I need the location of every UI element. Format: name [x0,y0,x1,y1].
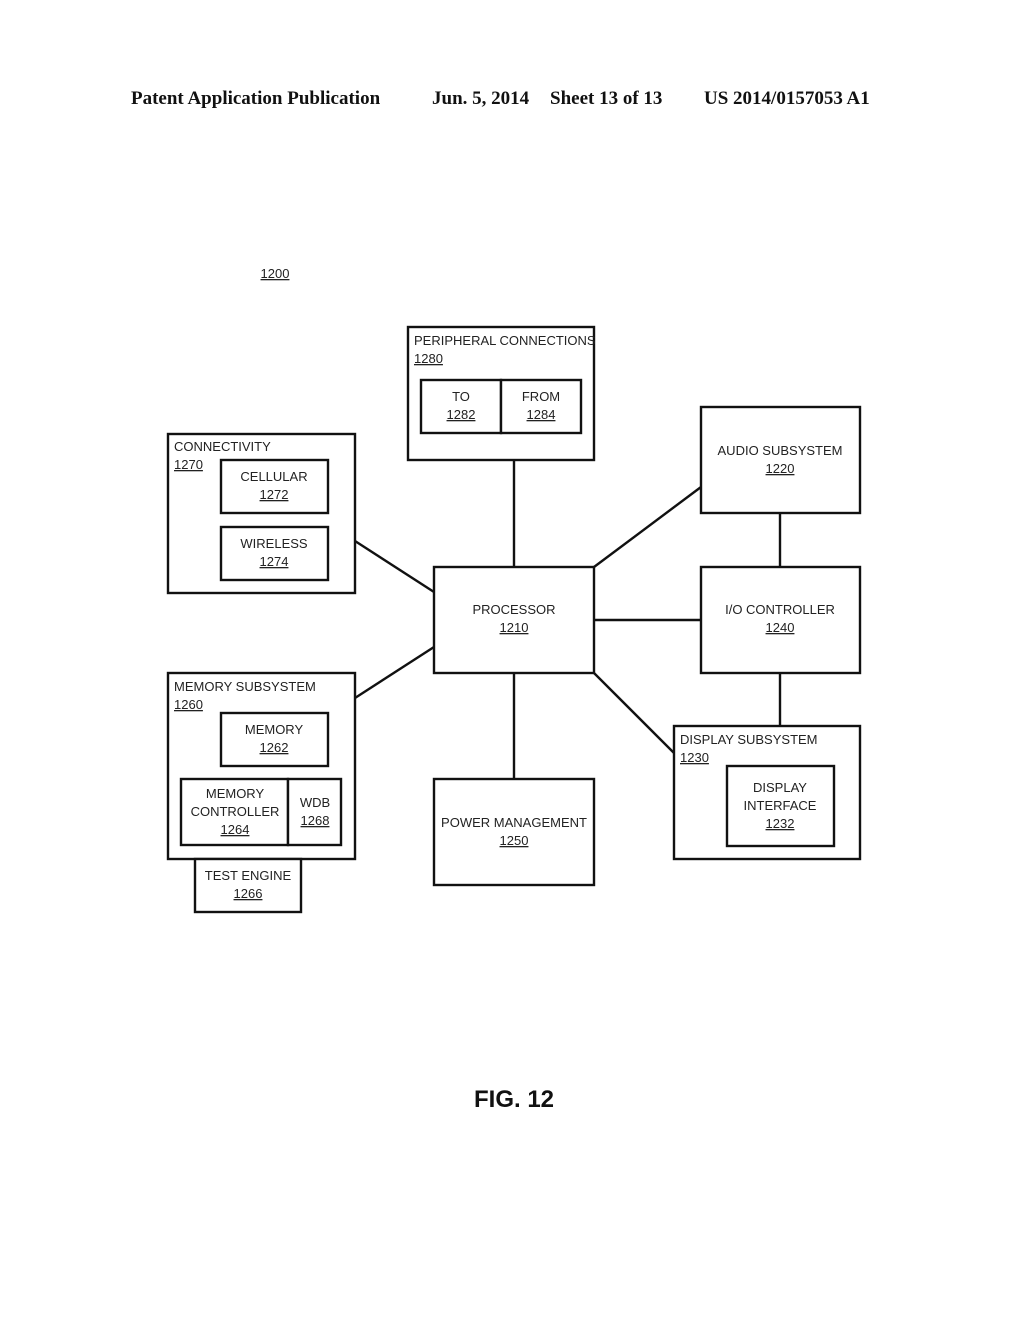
memory-block: MEMORY 1262 [219,711,330,768]
block-label: AUDIO SUBSYSTEM [718,443,843,458]
block-number: 1268 [301,813,330,828]
io-controller-block: I/O CONTROLLER 1240 [699,565,862,675]
block-number: 1240 [766,620,795,635]
block-number: 1266 [234,886,263,901]
audio-subsystem-block: AUDIO SUBSYSTEM 1220 [699,405,862,515]
block-label: PROCESSOR [472,602,555,617]
block-number: 1272 [260,487,289,502]
connector-processor-connectivity [354,539,435,594]
display-interface-block: DISPLAY INTERFACE 1232 [725,764,836,848]
memory-controller-block: MEMORY CONTROLLER 1264 [179,777,290,847]
figure-reference-number: 1200 [261,266,290,281]
to-block: TO 1282 [419,378,503,435]
block-label: I/O CONTROLLER [725,602,835,617]
block-label: MEMORY [245,722,304,737]
block-label: TEST ENGINE [205,868,292,883]
block-number: 1220 [766,461,795,476]
block-number: 1230 [680,750,709,765]
connector-processor-audio [593,486,702,568]
block-label: DISPLAY SUBSYSTEM [680,732,818,747]
test-engine-block: TEST ENGINE 1266 [193,857,303,914]
block-number: 1274 [260,554,289,569]
block-number: 1250 [500,833,529,848]
block-number: 1264 [221,822,250,837]
block-diagram: 1200 PERIPHERAL CONNECTIONS 1280 TO 1282… [166,266,862,1113]
wireless-block: WIRELESS 1274 [219,525,330,582]
block-label: WDB [300,795,330,810]
block-label-line2: INTERFACE [744,798,817,813]
block-label: PERIPHERAL CONNECTIONS [414,333,596,348]
block-label-line2: CONTROLLER [191,804,280,819]
block-label: CELLULAR [240,469,307,484]
block-number: 1282 [447,407,476,422]
block-number: 1270 [174,457,203,472]
power-management-block: POWER MANAGEMENT 1250 [432,777,596,887]
block-label-line1: DISPLAY [753,780,807,795]
block-label: MEMORY SUBSYSTEM [174,679,316,694]
figure-caption: FIG. 12 [474,1086,554,1113]
connector-processor-display [593,672,675,754]
block-label: WIRELESS [240,536,308,551]
block-number: 1260 [174,697,203,712]
block-label: POWER MANAGEMENT [441,815,587,830]
block-number: 1210 [500,620,529,635]
block-label: FROM [522,389,560,404]
block-number: 1232 [766,816,795,831]
block-label-line1: MEMORY [206,786,265,801]
block-number: 1280 [414,351,443,366]
block-number: 1262 [260,740,289,755]
block-label: TO [452,389,470,404]
from-block: FROM 1284 [499,378,583,435]
block-number: 1284 [527,407,556,422]
block-label: CONNECTIVITY [174,439,271,454]
wdb-block: WDB 1268 [286,777,343,847]
cellular-block: CELLULAR 1272 [219,458,330,515]
connector-processor-memory [354,645,435,700]
processor-block: PROCESSOR 1210 [432,565,596,675]
